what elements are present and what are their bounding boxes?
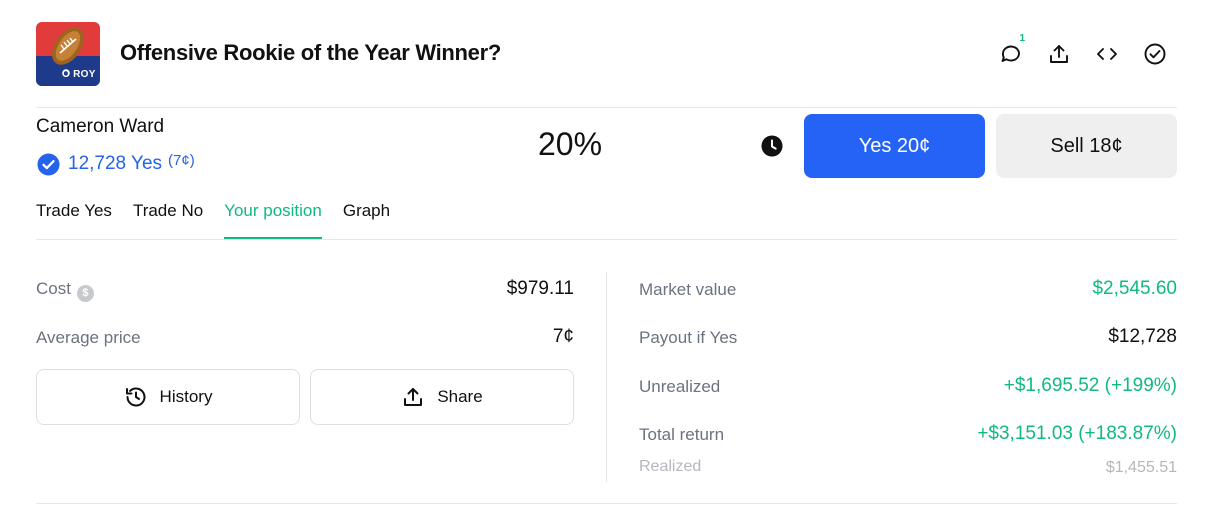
position-shares: 12,728 Yes: [68, 153, 163, 174]
average-price-value: 7¢: [552, 326, 574, 347]
position-average: (7¢): [168, 151, 195, 169]
market-value-label: Market value: [639, 280, 737, 299]
market-logo: O ROY: [36, 22, 100, 86]
market-header: O ROY Offensive Rookie of the Year Winne…: [36, 22, 1177, 86]
cost-label: Cost: [36, 279, 71, 298]
history-button-label: History: [159, 387, 213, 406]
market-value: $2,545.60: [1092, 278, 1177, 299]
share-button-header[interactable]: [1045, 40, 1073, 68]
average-price-label: Average price: [36, 328, 141, 347]
unrealized-label: Unrealized: [639, 377, 721, 396]
cost-value: $979.11: [506, 278, 574, 299]
total-return-label: Total return: [639, 425, 725, 444]
resolve-check-button[interactable]: [1141, 40, 1169, 68]
share-button-label: Share: [437, 387, 483, 406]
panel-divider: [606, 272, 607, 482]
share-icon: [1050, 45, 1068, 63]
embed-icon: [1097, 48, 1117, 60]
dollar-icon: $: [76, 285, 94, 302]
comment-icon: [1001, 45, 1020, 62]
comments-button[interactable]: 1: [997, 33, 1025, 68]
verified-check-icon: [37, 152, 60, 176]
cost-row-label: Cost $: [36, 279, 94, 302]
logo-label: O ROY: [62, 69, 96, 80]
total-return-value: +$3,151.03 (+183.87%): [977, 423, 1177, 444]
realized-value: $1,455.51: [1105, 459, 1177, 476]
share-position-button[interactable]: Share: [310, 369, 574, 425]
tab-graph[interactable]: Graph: [343, 199, 390, 239]
check-circle-icon: [1144, 43, 1166, 65]
share-icon: [404, 388, 423, 406]
embed-button[interactable]: [1093, 40, 1121, 68]
history-button[interactable]: History: [36, 369, 300, 425]
header-divider: [36, 107, 1177, 108]
realized-label: Realized: [639, 458, 702, 475]
unrealized-value: +$1,695.52 (+199%): [1003, 375, 1177, 396]
outcome-name: Cameron Ward: [36, 116, 165, 137]
tab-bar: Trade Yes Trade No Your position Graph: [36, 199, 390, 239]
payout-label: Payout if Yes: [639, 328, 738, 347]
sell-button[interactable]: Sell 18¢: [996, 114, 1177, 178]
outcome-probability: 20%: [538, 126, 603, 162]
tabs-divider: [36, 239, 1177, 240]
position-summary: 12,728 Yes (7¢): [37, 152, 195, 176]
buy-yes-button[interactable]: Yes 20¢: [804, 114, 985, 178]
market-title: Offensive Rookie of the Year Winner?: [120, 40, 502, 65]
history-icon: [125, 387, 145, 407]
payout-value: $12,728: [1108, 326, 1177, 347]
bottom-divider: [36, 503, 1177, 504]
tab-trade-no[interactable]: Trade No: [133, 199, 203, 239]
clock-icon[interactable]: [761, 135, 783, 157]
header-actions: 1: [997, 33, 1169, 68]
tab-your-position[interactable]: Your position: [224, 199, 322, 239]
tab-trade-yes[interactable]: Trade Yes: [36, 199, 112, 239]
comment-count-badge: 1: [1019, 33, 1025, 44]
